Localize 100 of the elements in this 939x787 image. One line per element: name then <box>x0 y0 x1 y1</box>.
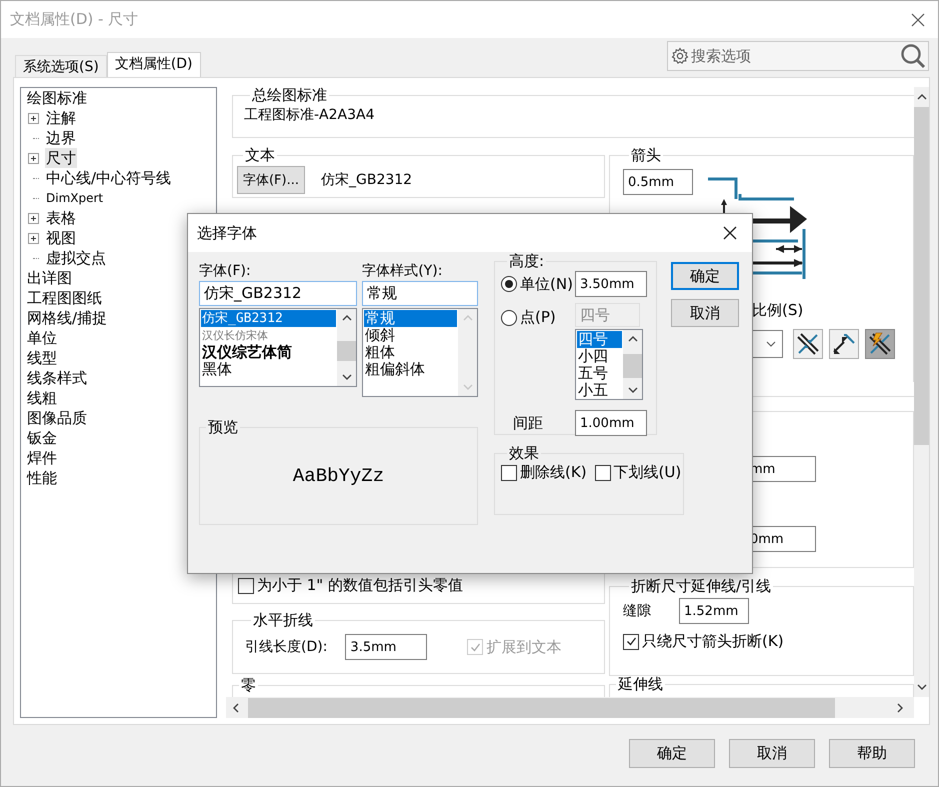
dialog-button[interactable]: 确定 <box>629 739 715 768</box>
tree-item[interactable]: 注解 <box>45 108 77 128</box>
list-item[interactable]: 黑体 <box>201 361 336 378</box>
list-item[interactable]: 四号 <box>577 331 622 348</box>
tab[interactable]: 文档属性(D) <box>106 52 201 77</box>
window-title: 文档属性(D) - 尺寸 <box>10 10 138 29</box>
scroll-up-icon[interactable] <box>340 314 353 322</box>
input-field[interactable]: 3.50mm <box>575 271 647 297</box>
field-label: 字体样式(Y): <box>362 262 444 281</box>
group-title: 延伸线 <box>617 676 664 692</box>
radio-button[interactable]: 点(P) <box>501 308 556 327</box>
radio-button[interactable]: 单位(N) <box>501 274 573 294</box>
list-item[interactable]: 小四 <box>577 348 622 365</box>
inward-arrows-icon <box>795 331 821 357</box>
expand-icon[interactable] <box>28 232 39 244</box>
dialog-button[interactable]: 取消 <box>729 739 815 768</box>
dialog-title: 选择字体 <box>197 224 257 242</box>
input-field[interactable]: 1.00mm <box>575 410 647 436</box>
group-title: 文本 <box>244 147 276 163</box>
checkbox[interactable]: 只绕尺寸箭头折断(K) <box>623 632 784 651</box>
checkbox[interactable]: 下划线(U) <box>594 463 682 482</box>
font-preview: AaBbYyZz <box>292 464 384 486</box>
list-item[interactable]: 小五 <box>577 382 622 399</box>
input-field[interactable]: 1.52mm <box>679 598 749 624</box>
group-title: 总绘图标准 <box>251 87 328 103</box>
tree-item[interactable]: 钣金 <box>26 428 58 448</box>
checkmark-icon <box>470 642 481 652</box>
list-item[interactable]: 汉仪长仿宋体 <box>201 327 336 344</box>
checkbox[interactable]: 删除线(K) <box>501 463 587 482</box>
tree-item[interactable]: 网格线/捕捉 <box>26 308 108 328</box>
group-title: 高度: <box>508 253 546 269</box>
arrow-style-button[interactable] <box>865 329 895 359</box>
tree-item[interactable]: 性能 <box>26 468 58 488</box>
tree-item[interactable]: 线条样式 <box>26 368 88 388</box>
scroll-thumb[interactable] <box>914 107 929 445</box>
font-button[interactable]: 字体(F)... <box>237 166 305 194</box>
outward-arrow-icon <box>831 331 857 357</box>
scroll-up-icon[interactable] <box>626 335 638 343</box>
checkmark-icon <box>626 636 636 647</box>
field-label: 字体(F): <box>199 262 252 281</box>
group-title: 折断尺寸延伸线/引线 <box>630 578 772 594</box>
search-field[interactable]: 搜索选项 <box>667 41 929 71</box>
tree-item[interactable]: 边界 <box>45 128 77 148</box>
list-item[interactable]: 仿宋_GB2312 <box>201 310 336 327</box>
tree-item[interactable]: 线粗 <box>26 388 58 408</box>
scroll-thumb[interactable] <box>248 698 835 718</box>
tree-item[interactable]: 表格 <box>45 208 77 228</box>
tree-item[interactable]: 中心线/中心符号线 <box>45 168 172 188</box>
group-title: 预览 <box>207 419 239 435</box>
dropdown[interactable] <box>753 330 783 358</box>
tree-item[interactable]: 单位 <box>26 328 58 348</box>
standard-value: 工程图标准-A2A3A4 <box>244 106 376 124</box>
list-item[interactable]: 汉仪综艺体简 <box>201 344 336 361</box>
input-field[interactable]: 0.5mm <box>623 169 693 195</box>
dialog-button[interactable]: 帮助 <box>829 739 915 768</box>
scroll-thumb[interactable] <box>623 354 642 378</box>
scroll-thumb[interactable] <box>337 341 356 361</box>
arrow-style-button[interactable] <box>793 329 823 359</box>
tree-item[interactable]: 绘图标准 <box>26 88 88 108</box>
scroll-up-icon[interactable] <box>916 93 928 101</box>
group-title: 效果 <box>508 445 540 461</box>
tree-item[interactable]: 图像品质 <box>26 408 88 428</box>
expand-icon[interactable] <box>28 112 39 124</box>
arrow-style-button[interactable] <box>829 329 859 359</box>
scroll-down-icon[interactable] <box>340 373 353 381</box>
tree-item[interactable]: 工程图图纸 <box>26 288 103 308</box>
list-item[interactable]: 常规 <box>364 310 457 327</box>
expand-icon[interactable] <box>28 212 39 224</box>
group-title: 零 <box>240 676 257 695</box>
font-name: 仿宋_GB2312 <box>321 171 412 189</box>
tree-item[interactable]: DimXpert <box>45 188 104 208</box>
scroll-left-icon[interactable] <box>232 702 240 714</box>
field-label: 引线长度(D): <box>245 638 328 656</box>
dialog-button[interactable]: 取消 <box>671 299 739 327</box>
tree-item[interactable]: 尺寸 <box>45 148 77 168</box>
search-icon <box>900 43 926 69</box>
tree-item[interactable]: 虚拟交点 <box>45 248 107 268</box>
expand-icon[interactable] <box>28 152 39 164</box>
input-field[interactable]: 3.5mm <box>345 634 428 660</box>
lightning-arrows-icon <box>867 331 893 357</box>
scroll-down-icon[interactable] <box>916 683 928 691</box>
list-item[interactable]: 倾斜 <box>364 327 457 344</box>
field-label: 缝隙 <box>623 602 652 620</box>
scroll-right-icon[interactable] <box>896 702 904 714</box>
tree-item[interactable]: 出详图 <box>26 268 73 288</box>
input-field[interactable]: 常规 <box>362 281 478 306</box>
list-item[interactable]: 粗偏斜体 <box>364 361 457 378</box>
group-title: 水平折线 <box>252 612 314 628</box>
dialog-button[interactable]: 确定 <box>671 262 739 290</box>
tree-item[interactable]: 线型 <box>26 348 58 368</box>
tree-item[interactable]: 视图 <box>45 228 77 248</box>
list-item[interactable]: 五号 <box>577 365 622 382</box>
close-icon[interactable] <box>910 12 926 28</box>
close-icon[interactable] <box>722 225 738 241</box>
tree-item[interactable]: 焊件 <box>26 448 58 468</box>
input-field[interactable]: 仿宋_GB2312 <box>199 281 358 306</box>
scale-label: 比例(S) <box>752 301 804 320</box>
tab[interactable]: 系统选项(S) <box>15 55 107 77</box>
list-item[interactable]: 粗体 <box>364 344 457 361</box>
scroll-down-icon[interactable] <box>626 386 638 394</box>
